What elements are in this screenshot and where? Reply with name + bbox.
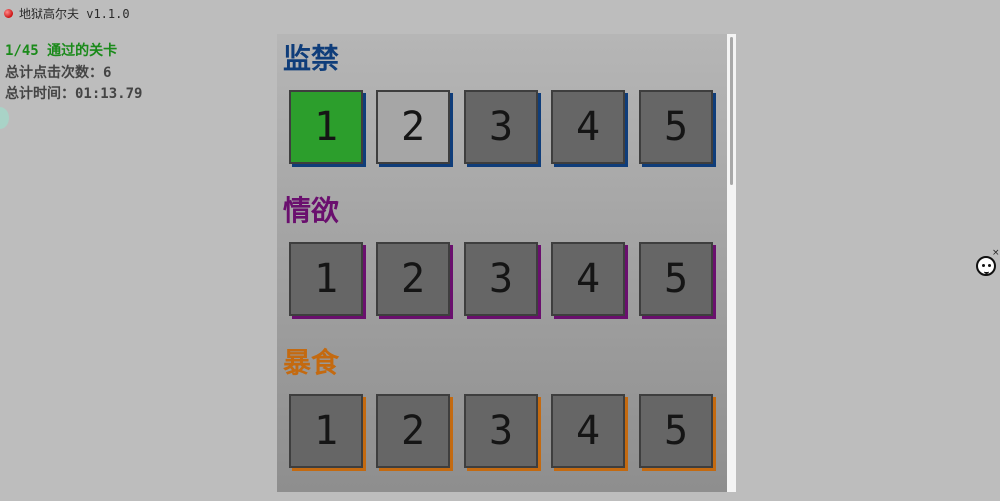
mouth-icon (984, 269, 989, 274)
section-title: 监禁 (283, 42, 340, 75)
level-button[interactable]: 3 (464, 394, 538, 468)
smiley-icon[interactable] (976, 256, 996, 276)
level-button[interactable]: 3 (464, 242, 538, 316)
level-button[interactable]: 1 (289, 242, 363, 316)
corner-widget[interactable]: × (975, 248, 1000, 280)
stats-panel: 1/45 通过的关卡 总计点击次数：6 总计时间：01:13.79 (5, 41, 142, 106)
levels-passed: 1/45 通过的关卡 (5, 43, 118, 59)
panel-scrollbar[interactable] (727, 34, 736, 492)
section-title: 暴食 (283, 346, 340, 379)
level-button[interactable]: 2 (376, 242, 450, 316)
level-row: 1 2 3 4 5 (289, 90, 727, 170)
level-button[interactable]: 5 (639, 90, 713, 164)
level-button[interactable]: 4 (551, 90, 625, 164)
level-row: 1 2 3 4 5 (289, 394, 727, 474)
window-title: 地狱高尔夫 v1.1.0 (19, 6, 130, 21)
close-icon[interactable]: × (992, 248, 1000, 258)
total-time: 总计时间：01:13.79 (5, 86, 143, 102)
side-tab-handle[interactable] (0, 107, 9, 129)
level-button[interactable]: 5 (639, 394, 713, 468)
level-button[interactable]: 1 (289, 90, 363, 164)
app-icon (4, 8, 13, 18)
section-title: 情欲 (283, 194, 340, 227)
level-button[interactable]: 1 (289, 394, 363, 468)
level-button[interactable]: 2 (376, 394, 450, 468)
level-button[interactable]: 4 (551, 394, 625, 468)
total-clicks: 总计点击次数：6 (5, 64, 112, 81)
level-button[interactable]: 4 (551, 242, 625, 316)
level-button[interactable]: 3 (464, 90, 538, 164)
title-bar: 地狱高尔夫 v1.1.0 (4, 5, 130, 21)
eye-icon (988, 264, 991, 267)
level-button[interactable]: 2 (376, 90, 450, 164)
eye-icon (982, 264, 985, 267)
level-button[interactable]: 5 (639, 242, 713, 316)
scrollbar-thumb[interactable] (730, 37, 733, 185)
level-select-panel: 监禁 1 2 3 4 5 情欲 1 2 3 4 5 暴食 1 2 3 4 5 (277, 34, 727, 492)
level-row: 1 2 3 4 5 (289, 242, 727, 322)
